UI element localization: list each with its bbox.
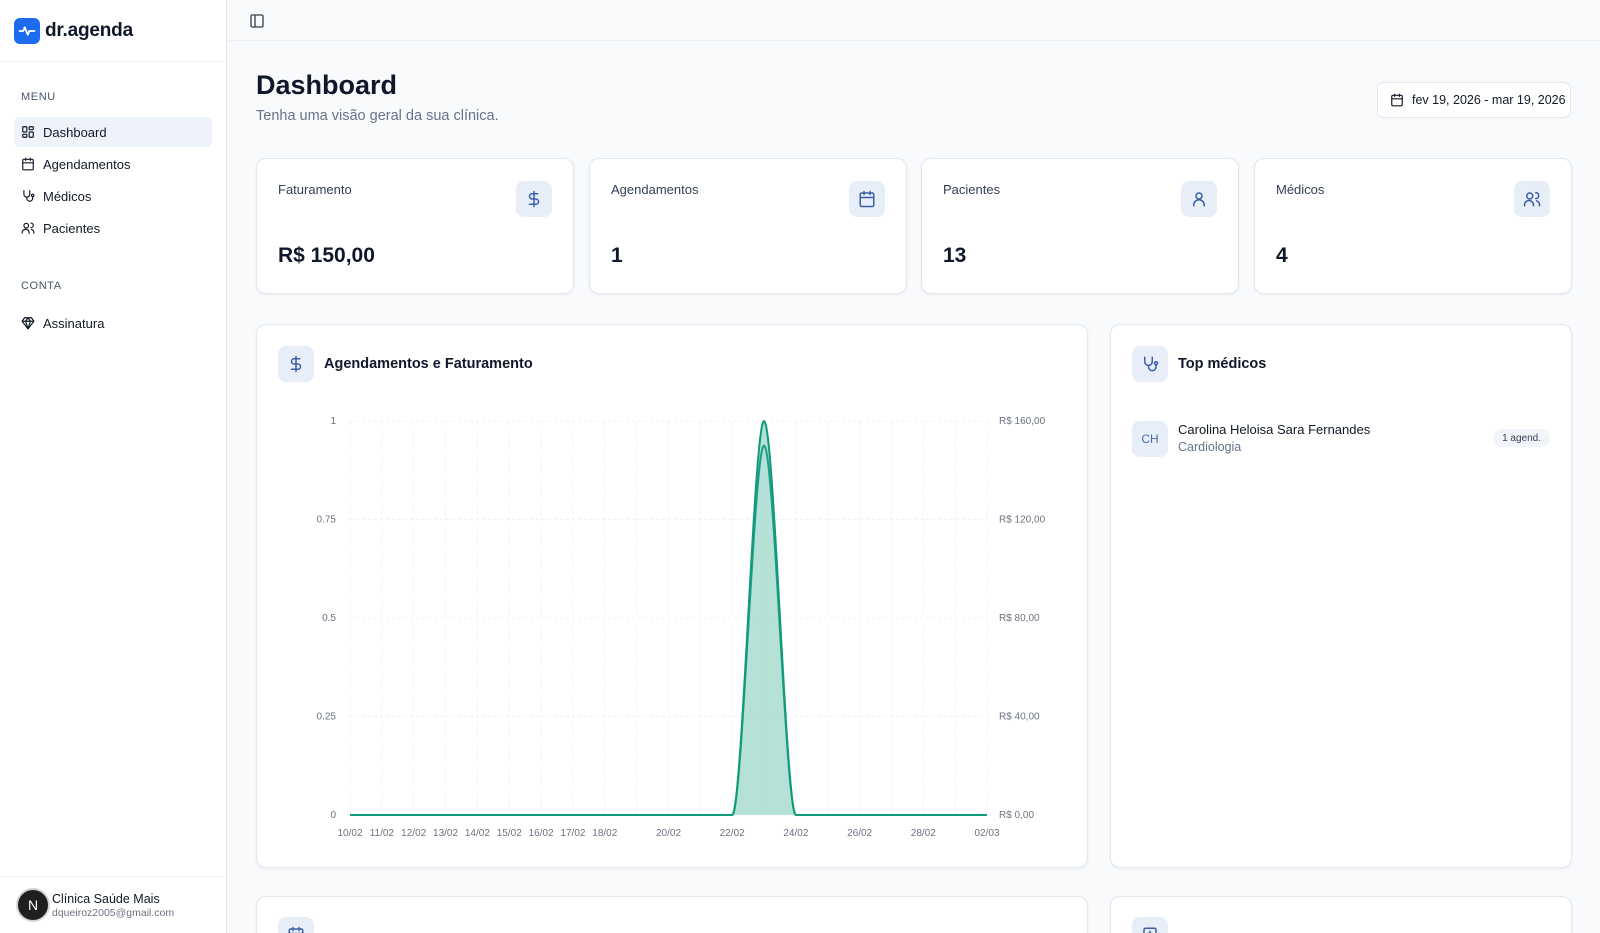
x-tick-label: 17/02 xyxy=(560,828,585,839)
brand[interactable]: dr.agenda xyxy=(0,0,226,62)
user-menu[interactable]: N Clínica Saúde Mais dqueiroz2005@gmail.… xyxy=(0,876,227,933)
chart-panel: Agendamentos e Faturamento 0 0.25 0.5 0.75 1… xyxy=(256,324,1088,868)
x-tick-label: 20/02 xyxy=(656,828,681,839)
x-tick-label: 15/02 xyxy=(497,828,522,839)
x-tick-label: 24/02 xyxy=(783,828,808,839)
stat-value: R$ 150,00 xyxy=(278,244,375,267)
sidebar-item-medicos[interactable]: Médicos xyxy=(14,181,212,211)
chart-y-axis-left: 0 0.25 0.5 0.75 1 xyxy=(317,416,337,821)
stat-card-medicos: Médicos 4 xyxy=(1254,158,1572,294)
user-name: Clínica Saúde Mais xyxy=(52,891,160,906)
top-doctors-panel: Top médicos CH Carolina Heloisa Sara Fer… xyxy=(1110,324,1572,868)
y-tick-label-right: R$ 160,00 xyxy=(999,416,1046,427)
y-tick-label-right: R$ 0,00 xyxy=(999,810,1034,821)
stat-value: 13 xyxy=(943,244,967,267)
appointments-revenue-chart: 00.250.50.751 R$ 0,00R$ 40,00R$ 80,00R$ … xyxy=(317,416,1046,839)
user-email: dqueiroz2005@gmail.com xyxy=(52,906,175,919)
sidebar-toggle-icon[interactable] xyxy=(249,13,265,29)
x-tick-label: 28/02 xyxy=(911,828,936,839)
sidebar-item-agendamentos[interactable]: Agendamentos xyxy=(14,149,212,179)
doctor-name: Carolina Heloisa Sara Fernandes xyxy=(1178,422,1371,437)
brand-logo-icon xyxy=(14,17,40,44)
stat-card-agendamentos: Agendamentos 1 xyxy=(589,158,907,294)
date-range-label: fev 19, 2026 - mar 19, 2026 xyxy=(1412,93,1566,107)
dollar-icon xyxy=(516,181,552,217)
chart-grid xyxy=(349,420,988,816)
x-tick-label: 12/02 xyxy=(401,828,426,839)
gem-icon xyxy=(21,317,35,330)
doctor-row[interactable]: CH Carolina Heloisa Sara Fernandes Cardi… xyxy=(1132,421,1550,457)
stat-label: Pacientes xyxy=(943,182,1001,197)
sidebar-item-label: Pacientes xyxy=(43,220,101,236)
x-tick-label: 16/02 xyxy=(529,828,554,839)
x-tick-label: 02/03 xyxy=(974,828,999,839)
stat-label: Agendamentos xyxy=(611,182,699,197)
x-tick-label: 18/02 xyxy=(592,828,617,839)
account-nav: Assinatura xyxy=(0,308,226,338)
topbar xyxy=(228,0,1600,41)
sidebar: dr.agenda MENU Dashboard Agendamentos Mé… xyxy=(0,0,227,933)
chart-y-axis-right: R$ 0,00 R$ 40,00 R$ 80,00 R$ 120,00 R$ 160,0… xyxy=(999,416,1046,821)
chart-x-axis: 10/02 11/02 12/02 13/02 14/02 15/02 16/02 17/02… xyxy=(337,828,999,839)
y-tick-label-left: 0.25 xyxy=(317,712,337,723)
y-tick-label-left: 0.5 xyxy=(322,613,336,624)
x-tick-label: 26/02 xyxy=(847,828,872,839)
y-tick-label-right: R$ 40,00 xyxy=(999,712,1040,723)
doctor-avatar: CH xyxy=(1132,421,1168,457)
stat-card-faturamento: Faturamento R$ 150,00 xyxy=(256,158,574,294)
calendar-icon xyxy=(1391,93,1403,107)
stat-label: Faturamento xyxy=(278,182,352,197)
x-tick-label: 14/02 xyxy=(465,828,490,839)
specialties-panel xyxy=(1110,896,1572,933)
recent-appointments-panel xyxy=(256,896,1088,933)
stat-label: Médicos xyxy=(1276,182,1325,197)
sidebar-item-label: Agendamentos xyxy=(43,156,131,172)
layout-grid-icon xyxy=(22,126,34,138)
main-nav: Dashboard Agendamentos Médicos Pacientes xyxy=(0,117,226,243)
y-tick-label-left: 0.75 xyxy=(317,515,337,526)
account-section-label: CONTA xyxy=(21,280,62,292)
stethoscope-icon xyxy=(1132,346,1168,382)
stat-value: 4 xyxy=(1276,244,1288,267)
sidebar-item-pacientes[interactable]: Pacientes xyxy=(14,213,212,243)
calendar-icon xyxy=(22,157,34,171)
x-tick-label: 13/02 xyxy=(433,828,458,839)
stat-value: 1 xyxy=(611,244,623,267)
date-range-picker[interactable]: fev 19, 2026 - mar 19, 2026 xyxy=(1377,82,1571,118)
sidebar-item-dashboard[interactable]: Dashboard xyxy=(14,117,212,147)
user-icon xyxy=(1181,181,1217,217)
users-icon xyxy=(1514,181,1550,217)
x-tick-label: 22/02 xyxy=(720,828,745,839)
top-doctors-title: Top médicos xyxy=(1178,356,1267,372)
y-tick-label-right: R$ 120,00 xyxy=(999,515,1046,526)
calendar-icon xyxy=(278,917,314,933)
stat-card-pacientes: Pacientes 13 xyxy=(921,158,1239,294)
brand-name: dr.agenda xyxy=(45,19,133,41)
sidebar-item-label: Médicos xyxy=(43,188,92,204)
appointment-count-badge: 1 agend. xyxy=(1493,429,1550,447)
menu-section-label: MENU xyxy=(21,91,56,103)
sidebar-item-label: Dashboard xyxy=(43,124,107,140)
y-tick-label-left: 0 xyxy=(330,810,336,821)
x-tick-label: 10/02 xyxy=(337,828,362,839)
y-tick-label-right: R$ 80,00 xyxy=(999,613,1040,624)
avatar: N xyxy=(16,888,50,922)
sidebar-item-assinatura[interactable]: Assinatura xyxy=(14,308,212,338)
x-tick-label: 11/02 xyxy=(370,828,395,839)
hospital-icon xyxy=(1132,917,1168,933)
doctor-specialty: Cardiologia xyxy=(1178,440,1242,454)
page-subtitle: Tenha uma visão geral da sua clínica. xyxy=(256,108,499,124)
page-title: Dashboard xyxy=(256,70,398,100)
users-icon xyxy=(21,222,35,234)
y-tick-label-left: 1 xyxy=(330,416,336,427)
sidebar-item-label: Assinatura xyxy=(43,315,105,331)
stethoscope-icon xyxy=(23,190,35,202)
calendar-icon xyxy=(849,181,885,217)
